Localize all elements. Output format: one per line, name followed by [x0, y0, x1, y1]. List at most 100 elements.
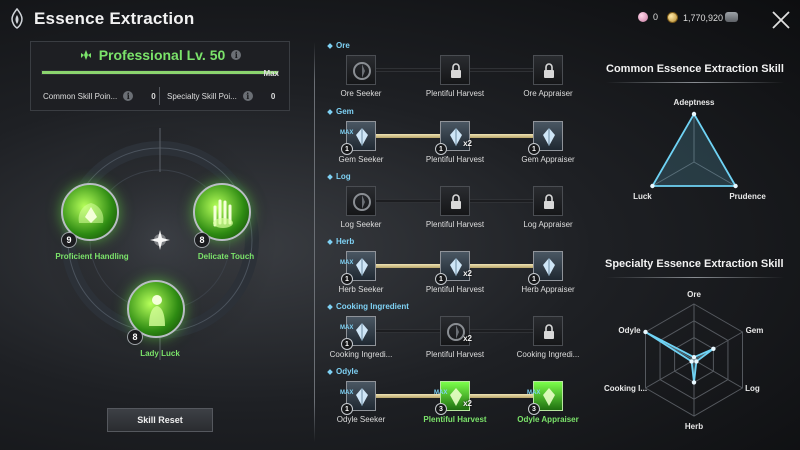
seeker-icon: [353, 62, 371, 80]
top-bar: Essence Extraction 0 1,770,920: [0, 0, 800, 40]
bag-icon: [725, 12, 738, 22]
tree-link: [470, 394, 533, 398]
crystal-icon: [543, 128, 555, 146]
radar-axis-label: Prudence: [729, 192, 766, 201]
node-name: Herb Seeker: [338, 285, 384, 294]
x2-badge: x2: [463, 139, 472, 148]
category-bullet-icon: [327, 304, 333, 310]
close-icon[interactable]: [770, 9, 792, 31]
skill-node[interactable]: 1 MAX: [340, 316, 376, 350]
skill-node[interactable]: 1 MAX: [340, 121, 376, 155]
info-icon[interactable]: i: [231, 50, 242, 60]
profession-panel: Professional Lv. 50 i Max Common Skill P…: [30, 41, 290, 111]
tree-link: [470, 134, 533, 138]
node-level-badge: 1: [435, 143, 447, 155]
skill-name: Proficient Handling: [55, 252, 129, 261]
node-name: Plentiful Harvest: [425, 350, 485, 359]
skill-node[interactable]: x2: [440, 316, 472, 346]
skill-node[interactable]: [533, 186, 563, 216]
skill-level-badge: 8: [127, 329, 143, 345]
skill-node[interactable]: 1 x2: [435, 121, 472, 155]
radar-axis-label: Herb: [684, 422, 704, 431]
title-wrap: Essence Extraction: [8, 8, 194, 30]
category-label: Ore: [336, 41, 350, 50]
radar-axis-line: [645, 331, 695, 361]
divider: [606, 277, 784, 278]
skill-node[interactable]: 1: [528, 121, 563, 155]
radar-axis-line: [645, 359, 695, 389]
common-chart-title: Common Essence Extraction Skill: [606, 63, 784, 75]
skill-reset-button[interactable]: Skill Reset: [107, 408, 213, 432]
skill-node[interactable]: [533, 55, 563, 85]
profession-emblem-icon: [80, 50, 91, 60]
tree-link: [376, 199, 440, 203]
info-icon[interactable]: i: [242, 91, 253, 101]
node-name: Log Appraiser: [523, 220, 573, 229]
node-name: Herb Appraiser: [521, 285, 575, 294]
category-label: Odyle: [336, 367, 359, 376]
radar-axis-line: [693, 359, 743, 389]
specialty-points-value: 0: [270, 91, 276, 101]
max-badge: MAX: [340, 130, 354, 136]
crystal-icon: [356, 388, 368, 406]
skill-node[interactable]: 1: [528, 251, 563, 285]
node-level-badge: 1: [341, 273, 353, 285]
node-name: Odyle Seeker: [336, 415, 386, 424]
tree-link: [376, 394, 440, 398]
node-name: Odyle Appraiser: [517, 415, 579, 424]
experience-fill: [42, 71, 278, 74]
lock-icon: [451, 194, 461, 209]
radar-point: [689, 359, 694, 364]
skill-node[interactable]: [346, 55, 376, 85]
category-label: Herb: [336, 237, 355, 246]
radar-axis-label: Luck: [633, 192, 652, 201]
category-label: Log: [336, 172, 351, 181]
radar-axis-label: Cooking I...: [603, 384, 648, 393]
skill-node[interactable]: [533, 316, 563, 346]
node-name: Cooking Ingredi...: [329, 350, 393, 359]
radar-point: [733, 183, 738, 189]
radar-value-shape: [645, 331, 714, 383]
skill-node[interactable]: [440, 186, 470, 216]
skill-node[interactable]: 1 x2: [435, 251, 472, 285]
radar-grid-ring: [659, 320, 729, 400]
gold-coin-icon: [667, 12, 678, 23]
experience-bar: [41, 70, 279, 75]
radar-axis-label: Adeptness: [673, 98, 715, 107]
skill-node[interactable]: 3 MAX x2: [434, 381, 472, 415]
skill-node[interactable]: 1 MAX: [340, 381, 376, 415]
skill-name: Lady Luck: [140, 349, 180, 358]
tree-link: [470, 264, 533, 268]
common-points-label: Common Skill Poin...: [43, 91, 118, 101]
radar-point: [691, 380, 697, 385]
divider: [606, 82, 784, 83]
radar-grid-ring: [645, 303, 743, 417]
max-badge: MAX: [340, 390, 354, 396]
skill-node[interactable]: 1 MAX: [340, 251, 376, 285]
radar-axis-line: [693, 331, 743, 361]
crystal-icon: [356, 323, 368, 341]
tree-link: [470, 329, 533, 333]
skill-node[interactable]: [346, 186, 376, 216]
x2-badge: x2: [463, 399, 472, 408]
page-title: Essence Extraction: [34, 9, 195, 28]
inventory-button[interactable]: [725, 12, 738, 22]
skill-node[interactable]: 3 MAX: [527, 381, 563, 415]
category-bullet-icon: [327, 43, 333, 49]
crystal-icon: [356, 258, 368, 276]
info-icon[interactable]: i: [123, 91, 134, 101]
radar-axis-line: [693, 161, 736, 187]
skill-node[interactable]: [440, 55, 470, 85]
radar-point: [650, 183, 655, 189]
x2-badge: x2: [463, 269, 472, 278]
radar-point: [694, 359, 699, 364]
profession-level: Professional Lv. 50: [98, 47, 226, 63]
node-name: Ore Appraiser: [523, 89, 573, 98]
max-badge: MAX: [527, 390, 541, 396]
node-name: Ore Seeker: [340, 89, 382, 98]
category-bullet-icon: [327, 369, 333, 375]
node-name: Gem Appraiser: [521, 155, 575, 164]
gem-currency: 0: [638, 12, 658, 22]
category-bullet-icon: [327, 239, 333, 245]
node-name: Plentiful Harvest: [425, 285, 485, 294]
